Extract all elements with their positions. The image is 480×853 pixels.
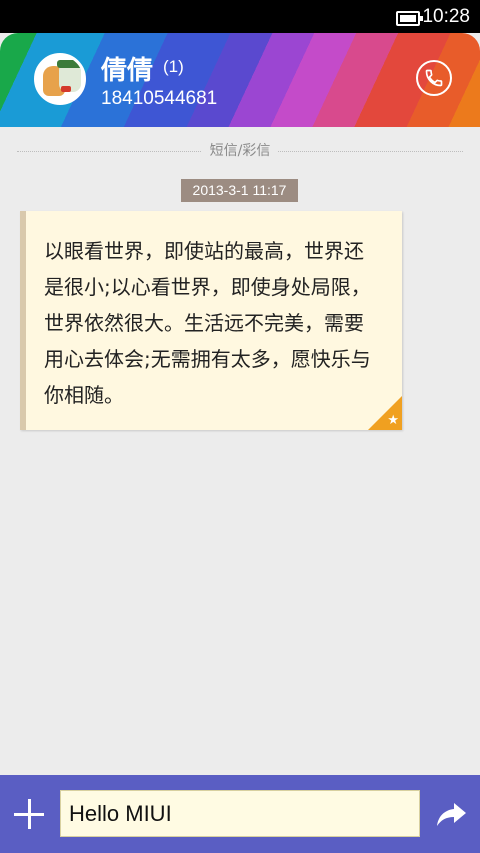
message-type-divider: 短信/彩信 (17, 140, 463, 162)
avatar[interactable] (34, 53, 86, 105)
bubble-accent-strip (20, 211, 26, 430)
message-type-label: 短信/彩信 (201, 143, 279, 159)
message-text: 以眼看世界，即使站的最高，世界还是很小;以心看世界，即使身处局限，世界依然很大。… (44, 239, 371, 407)
add-attachment-button[interactable] (12, 797, 46, 831)
contact-name: 倩倩 (101, 55, 154, 85)
star-icon: ★ (387, 413, 399, 428)
battery-icon (396, 11, 423, 26)
conversation-header: 倩倩 (1) 18410544681 (0, 33, 480, 127)
status-time: 10:28 (422, 6, 470, 27)
send-arrow-icon (437, 803, 466, 826)
send-button[interactable] (434, 797, 468, 831)
call-button[interactable] (416, 60, 452, 96)
composer-bar (0, 775, 480, 853)
phone-icon (425, 69, 443, 87)
contact-phone-number: 18410544681 (101, 88, 218, 109)
message-bubble[interactable]: 以眼看世界，即使站的最高，世界还是很小;以心看世界，即使身处局限，世界依然很大。… (20, 211, 402, 430)
message-timestamp: 2013-3-1 11:17 (181, 179, 298, 202)
message-count: (1) (163, 57, 184, 76)
message-input[interactable] (60, 790, 420, 837)
status-bar: 10:28 (0, 0, 480, 33)
